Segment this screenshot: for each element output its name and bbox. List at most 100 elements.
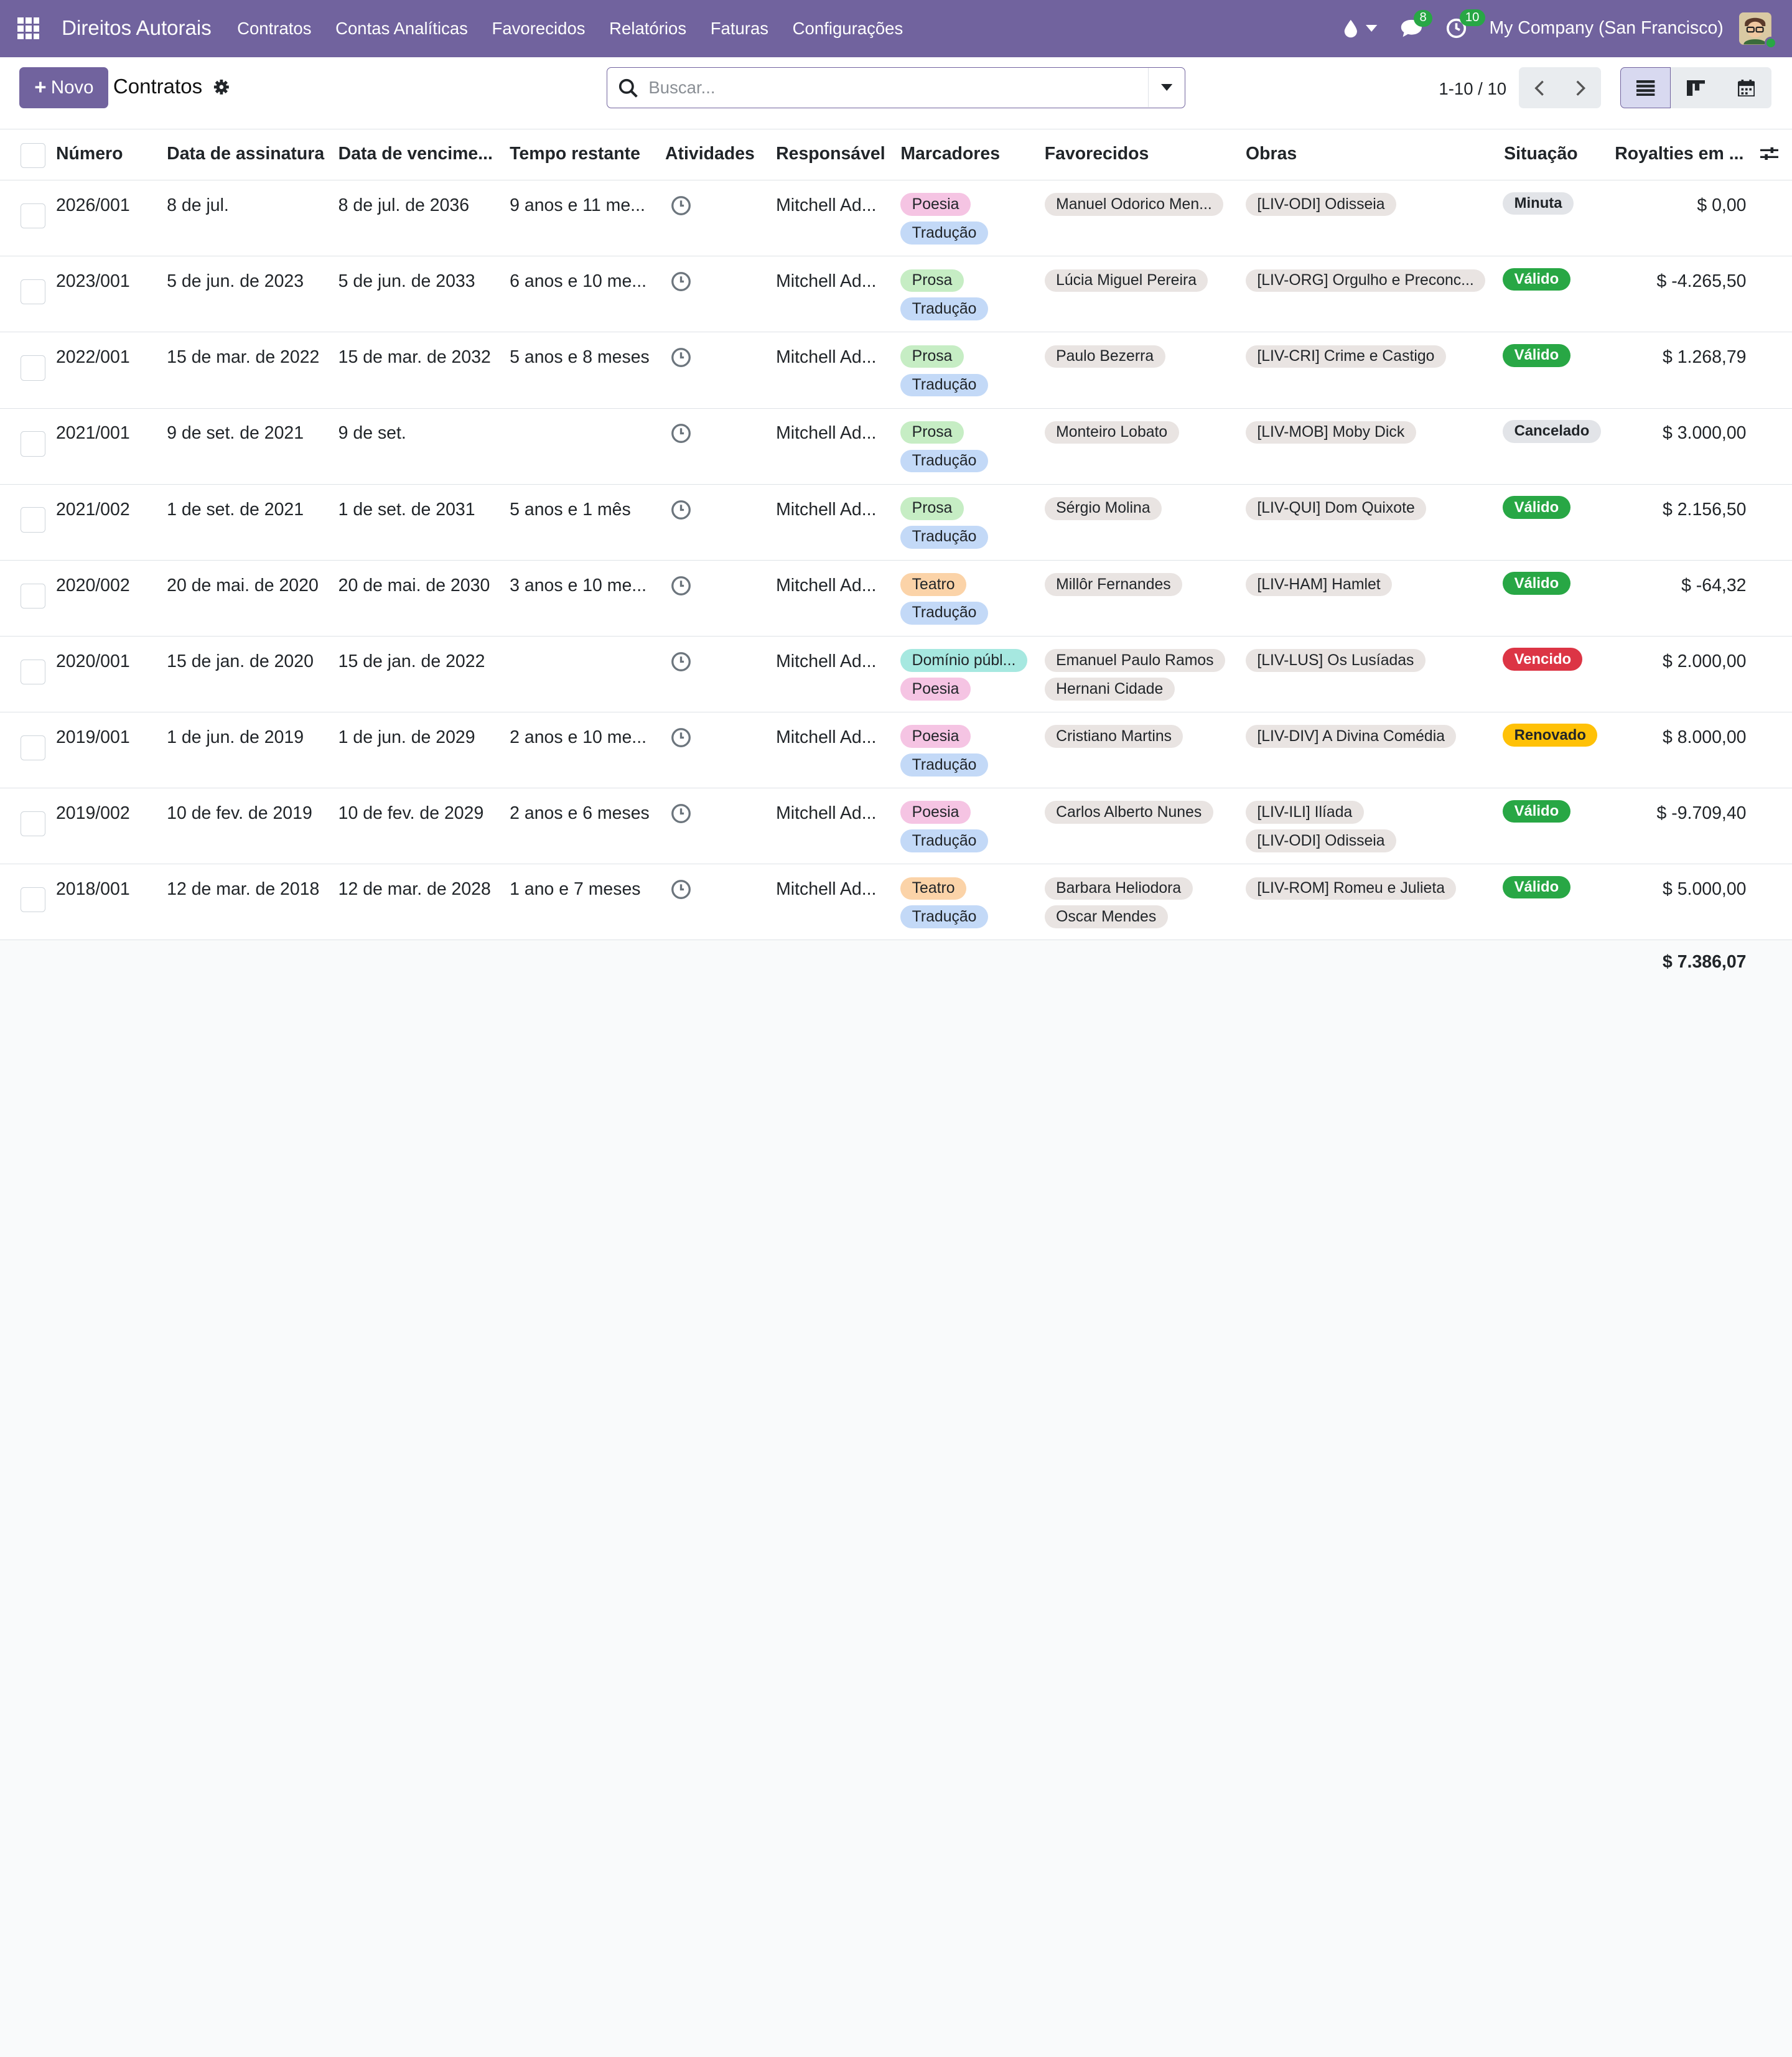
search-input[interactable] [648, 78, 1141, 98]
column-header-tempo-restante[interactable]: Tempo restante [510, 144, 640, 164]
menu-item-configuracoes[interactable]: Configurações [780, 19, 915, 39]
cell-tempo-restante: 2 anos e 6 meses [510, 803, 650, 824]
activity-clock-icon[interactable] [671, 271, 691, 297]
cell-data-assinatura: 1 de set. de 2021 [167, 499, 304, 520]
cell-obras: [LIV-DIV] A Divina Comédia [1246, 725, 1457, 753]
optional-columns-button[interactable] [1760, 145, 1778, 166]
column-header-marcadores[interactable]: Marcadores [900, 144, 1000, 164]
activities-count-badge: 10 [1459, 9, 1485, 27]
select-all-checkbox[interactable] [21, 142, 46, 168]
row-checkbox[interactable] [21, 355, 46, 381]
column-header-numero[interactable]: Número [56, 144, 123, 164]
table-row[interactable]: 2021/002 1 de set. de 2021 1 de set. de 20… [0, 484, 1792, 561]
apps-grid-icon [17, 17, 40, 40]
activity-clock-icon[interactable] [671, 195, 691, 221]
search-bar [607, 67, 1185, 109]
status-badge: Válido [1503, 800, 1570, 823]
tag-marcador: Poesia [900, 678, 971, 701]
tag-obra: [LIV-CRI] Crime e Castigo [1246, 345, 1446, 368]
column-header-data-assinatura[interactable]: Data de assinatura [167, 144, 324, 164]
activity-clock-icon[interactable] [671, 651, 691, 677]
cell-tempo-restante: 5 anos e 1 mês [510, 499, 631, 520]
activity-clock-icon[interactable] [671, 803, 691, 829]
table-row[interactable]: 2019/001 1 de jun. de 2019 1 de jun. de 20… [0, 712, 1792, 789]
new-button[interactable]: + Novo [19, 67, 109, 109]
pager-previous-button[interactable] [1518, 67, 1561, 109]
cell-obras: [LIV-ROM] Romeu e Julieta [1246, 877, 1457, 906]
column-header-royalties[interactable]: Royalties em ... [1615, 144, 1743, 164]
menu-item-favorecidos[interactable]: Favorecidos [480, 19, 597, 39]
menu-item-contas-analiticas[interactable]: Contas Analíticas [324, 19, 480, 39]
pager-next-button[interactable] [1560, 67, 1602, 109]
menu-item-contratos[interactable]: Contratos [225, 19, 324, 39]
activity-clock-icon[interactable] [671, 500, 691, 525]
tag-marcador: Tradução [900, 373, 988, 397]
cell-marcadores: Poesia Tradução [900, 725, 988, 782]
activity-clock-icon[interactable] [671, 576, 691, 601]
row-checkbox[interactable] [21, 203, 46, 229]
cell-marcadores: Domínio públ... Poesia [900, 649, 1027, 706]
app-name[interactable]: Direitos Autorais [62, 17, 212, 40]
company-switcher[interactable]: My Company (San Francisco) [1489, 18, 1723, 39]
tag-favorecido: Monteiro Lobato [1044, 421, 1179, 444]
row-checkbox[interactable] [21, 583, 46, 609]
apps-menu-button[interactable] [0, 0, 57, 57]
tag-obra: [LIV-DIV] A Divina Comédia [1246, 725, 1457, 748]
column-header-obras[interactable]: Obras [1246, 144, 1297, 164]
status-badge: Minuta [1503, 192, 1574, 215]
tag-marcador: Tradução [900, 753, 988, 777]
tag-favorecido: Sérgio Molina [1044, 497, 1162, 520]
cell-favorecidos: Manuel Odorico Men... [1044, 193, 1224, 222]
cell-tempo-restante: 2 anos e 10 me... [510, 727, 647, 747]
activity-clock-icon[interactable] [671, 347, 691, 373]
cell-data-vencimento: 15 de mar. de 2032 [338, 347, 491, 368]
column-header-data-vencimento[interactable]: Data de vencime... [338, 144, 493, 164]
table-row[interactable]: 2020/002 20 de mai. de 2020 20 de mai. de … [0, 560, 1792, 637]
drop-menu-button[interactable] [1343, 19, 1378, 38]
menu-item-relatorios[interactable]: Relatórios [597, 19, 699, 39]
table-row[interactable]: 2023/001 5 de jun. de 2023 5 de jun. de 20… [0, 256, 1792, 333]
table-row[interactable]: 2022/001 15 de mar. de 2022 15 de mar. de … [0, 332, 1792, 409]
activities-button[interactable]: 10 [1446, 9, 1485, 39]
row-checkbox[interactable] [21, 507, 46, 533]
tag-marcador: Prosa [900, 269, 964, 292]
row-checkbox[interactable] [21, 279, 46, 305]
table-row[interactable]: 2021/001 9 de set. de 2021 9 de set. Mitche… [0, 408, 1792, 485]
column-header-favorecidos[interactable]: Favorecidos [1045, 144, 1149, 164]
column-header-situacao[interactable]: Situação [1504, 144, 1578, 164]
user-avatar[interactable] [1739, 12, 1778, 49]
messages-button[interactable]: 8 [1400, 9, 1432, 38]
row-checkbox[interactable] [21, 735, 46, 761]
column-header-responsavel[interactable]: Responsável [776, 144, 885, 164]
row-checkbox[interactable] [21, 659, 46, 685]
app-root: Direitos Autorais Contratos Contas Analí… [0, 0, 1792, 1120]
row-checkbox[interactable] [21, 887, 46, 913]
tag-marcador: Domínio públ... [900, 649, 1027, 672]
cell-royalties: $ 2.000,00 [1662, 651, 1747, 671]
cell-data-vencimento: 1 de set. de 2031 [338, 499, 475, 520]
column-header-atividades[interactable]: Atividades [665, 144, 755, 164]
actions-gear-button[interactable] [213, 79, 230, 100]
row-checkbox[interactable] [21, 811, 46, 837]
menu-item-faturas[interactable]: Faturas [698, 19, 780, 39]
table-row[interactable]: 2018/001 12 de mar. de 2018 12 de mar. de … [0, 864, 1792, 941]
table-row[interactable]: 2020/001 15 de jan. de 2020 15 de jan. de … [0, 636, 1792, 713]
activity-clock-icon[interactable] [671, 727, 691, 753]
status-badge: Válido [1503, 268, 1570, 291]
cell-favorecidos: Sérgio Molina [1044, 497, 1162, 526]
royalties-total: $ 7.386,07 [1662, 951, 1747, 972]
cell-data-assinatura: 12 de mar. de 2018 [167, 879, 320, 900]
table-row[interactable]: 2019/002 10 de fev. de 2019 10 de fev. de … [0, 788, 1792, 865]
table-row[interactable]: 2026/001 8 de jul. 8 de jul. de 2036 9 anos… [0, 180, 1792, 257]
activity-clock-icon[interactable] [671, 879, 691, 905]
pager-value[interactable]: 1-10 / 10 [1439, 79, 1506, 99]
list-view-button[interactable] [1620, 67, 1671, 109]
kanban-view-button[interactable] [1671, 67, 1722, 109]
cell-marcadores: Prosa Tradução [900, 421, 988, 478]
activity-clock-icon[interactable] [671, 423, 691, 449]
search-options-toggle[interactable] [1147, 68, 1185, 107]
tag-marcador: Poesia [900, 193, 971, 217]
row-checkbox[interactable] [21, 431, 46, 457]
cell-numero: 2019/001 [55, 727, 130, 747]
calendar-view-button[interactable] [1721, 67, 1771, 109]
